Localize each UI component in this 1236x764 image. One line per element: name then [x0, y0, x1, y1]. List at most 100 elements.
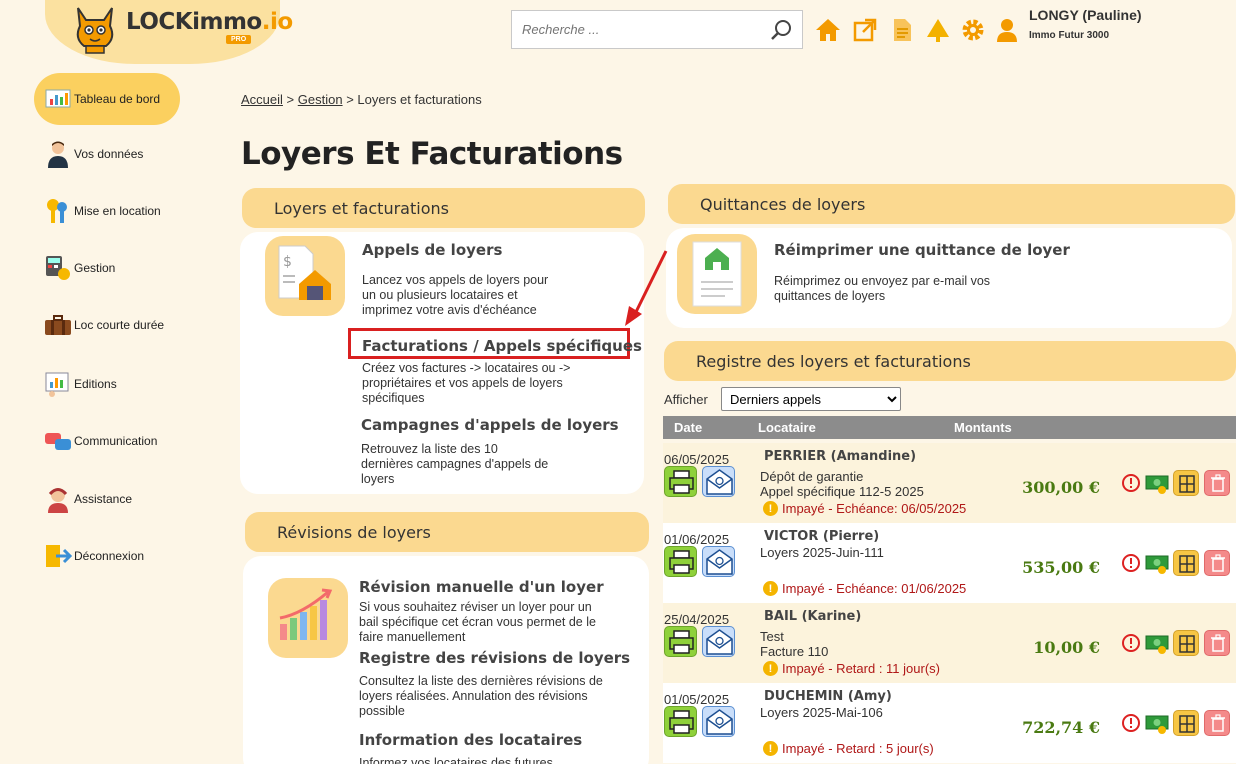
page-title: Loyers Et Facturations: [241, 136, 623, 172]
revision-manuelle-description: Si vous souhaitez réviser un loyer pour …: [359, 600, 596, 644]
email-icon: [706, 549, 733, 575]
email-button[interactable]: [702, 706, 735, 737]
filter-select[interactable]: Derniers appels: [721, 387, 901, 411]
document-icon[interactable]: [889, 17, 915, 43]
user-icon[interactable]: [994, 17, 1020, 43]
email-button[interactable]: [702, 466, 735, 497]
person-icon: [48, 141, 68, 168]
alert-icon[interactable]: [1120, 550, 1146, 576]
growth-chart-icon: [268, 578, 348, 658]
delete-button[interactable]: [1204, 470, 1230, 496]
loyers-panel-header: Loyers et facturations: [242, 188, 645, 228]
breadcrumb-separator: >: [286, 92, 295, 107]
information-locataires-link[interactable]: Information des locataires: [359, 731, 582, 749]
trash-icon: [1211, 634, 1225, 652]
delete-button[interactable]: [1204, 630, 1230, 656]
revision-manuelle-link[interactable]: Révision manuelle d'un loyer: [359, 578, 604, 596]
trash-icon: [1211, 474, 1225, 492]
row-description: Test Facture 110: [760, 629, 829, 659]
printer-icon: [669, 550, 694, 574]
warning-icon: !: [763, 661, 778, 676]
row-date: 01/06/2025: [664, 532, 730, 547]
grid-icon: [1179, 555, 1195, 573]
calculator-icon: [46, 256, 70, 280]
logo-pro-badge: PRO: [226, 35, 252, 44]
sidebar-item-deconnexion[interactable]: Déconnexion: [34, 530, 180, 582]
user-organization: Immo Futur 3000: [1029, 30, 1110, 41]
campagnes-appels-link[interactable]: Campagnes d'appels de loyers: [361, 416, 619, 434]
printer-icon: [669, 470, 694, 494]
breadcrumb-current: Loyers et facturations: [357, 92, 482, 107]
details-button[interactable]: [1173, 550, 1199, 576]
row-tenant-name[interactable]: BAIL (Karine): [764, 609, 861, 624]
delete-button[interactable]: [1204, 550, 1230, 576]
payment-icon[interactable]: [1145, 550, 1171, 576]
breadcrumb-home-link[interactable]: Accueil: [241, 92, 283, 107]
print-button[interactable]: [664, 626, 697, 657]
print-button[interactable]: [664, 466, 697, 497]
table-row: 25/04/2025 BAIL (Karine) Test Facture 110…: [663, 603, 1236, 683]
sidebar-item-communication[interactable]: Communication: [34, 415, 180, 467]
row-status: ! Impayé - Retard : 5 jour(s): [763, 741, 934, 756]
trash-icon: [1211, 714, 1225, 732]
details-button[interactable]: [1173, 470, 1199, 496]
campagnes-description: Retrouvez la liste des 10 dernières camp…: [361, 442, 549, 486]
alert-icon[interactable]: [1120, 630, 1146, 656]
email-button[interactable]: [702, 546, 735, 577]
annotation-arrow-icon: [625, 250, 668, 326]
sidebar-item-editions[interactable]: Editions: [34, 358, 180, 410]
row-tenant-name[interactable]: DUCHEMIN (Amy): [764, 689, 892, 704]
reimprimer-quittance-link[interactable]: Réimprimer une quittance de loyer: [774, 241, 1070, 259]
external-link-icon[interactable]: [852, 17, 878, 43]
registre-panel-header: Registre des loyers et facturations: [664, 341, 1236, 381]
delete-button[interactable]: [1204, 710, 1230, 736]
sidebar-item-dashboard[interactable]: Tableau de bord: [34, 73, 180, 125]
suitcase-icon: [45, 315, 71, 335]
warning-icon: !: [763, 741, 778, 756]
sidebar-item-vos-donnees[interactable]: Vos données: [34, 128, 180, 180]
logo-text[interactable]: LOCKimmo.io: [126, 9, 293, 35]
grid-icon: [1179, 635, 1195, 653]
home-icon[interactable]: [815, 17, 841, 43]
sidebar-item-label: Mise en location: [74, 204, 161, 218]
row-tenant-name[interactable]: PERRIER (Amandine): [764, 449, 916, 464]
search-icon[interactable]: [770, 19, 792, 41]
dashboard-icon: [45, 89, 71, 108]
cat-mascot-icon: [76, 7, 114, 54]
payment-icon[interactable]: [1145, 630, 1171, 656]
row-tenant-name[interactable]: VICTOR (Pierre): [764, 529, 879, 544]
warning-icon: !: [763, 581, 778, 596]
alert-icon[interactable]: [1120, 470, 1146, 496]
details-button[interactable]: [1173, 710, 1199, 736]
tree-icon[interactable]: [925, 17, 951, 43]
details-button[interactable]: [1173, 630, 1199, 656]
sidebar-item-assistance[interactable]: Assistance: [34, 473, 180, 525]
printer-icon: [669, 630, 694, 654]
appels-de-loyers-link[interactable]: Appels de loyers: [362, 241, 502, 259]
print-button[interactable]: [664, 706, 697, 737]
email-icon: [706, 629, 733, 655]
sidebar-item-loc-courte-duree[interactable]: Loc courte durée: [34, 299, 180, 351]
row-description: Dépôt de garantie Appel spécifique 112-5 …: [760, 469, 924, 499]
alert-icon[interactable]: [1120, 710, 1146, 736]
column-header-date: Date: [674, 420, 703, 435]
row-date: 25/04/2025: [664, 612, 730, 627]
panel-title: Registre des loyers et facturations: [696, 351, 971, 371]
print-button[interactable]: [664, 546, 697, 577]
sidebar-item-mise-en-location[interactable]: Mise en location: [34, 185, 180, 237]
registre-revisions-link[interactable]: Registre des révisions de loyers: [359, 649, 630, 667]
reimprimer-quittance-description: Réimprimez ou envoyez par e-mail vos qui…: [774, 274, 991, 303]
payment-icon[interactable]: [1145, 710, 1171, 736]
facturations-appels-specifiques-link[interactable]: Facturations / Appels spécifiques: [362, 337, 642, 355]
user-name: LONGY (Pauline): [1029, 7, 1142, 23]
row-description: Loyers 2025-Mai-106: [760, 705, 883, 720]
sidebar-item-label: Assistance: [74, 492, 133, 506]
payment-icon[interactable]: [1145, 470, 1171, 496]
gear-icon[interactable]: [960, 17, 986, 43]
sidebar-item-gestion[interactable]: Gestion: [34, 242, 180, 294]
email-button[interactable]: [702, 626, 735, 657]
search-input[interactable]: [512, 11, 752, 48]
breadcrumb-gestion-link[interactable]: Gestion: [298, 92, 343, 107]
row-description: Loyers 2025-Juin-111: [760, 545, 884, 560]
facturations-description: Créez vos factures -> locataires ou -> p…: [362, 361, 571, 405]
